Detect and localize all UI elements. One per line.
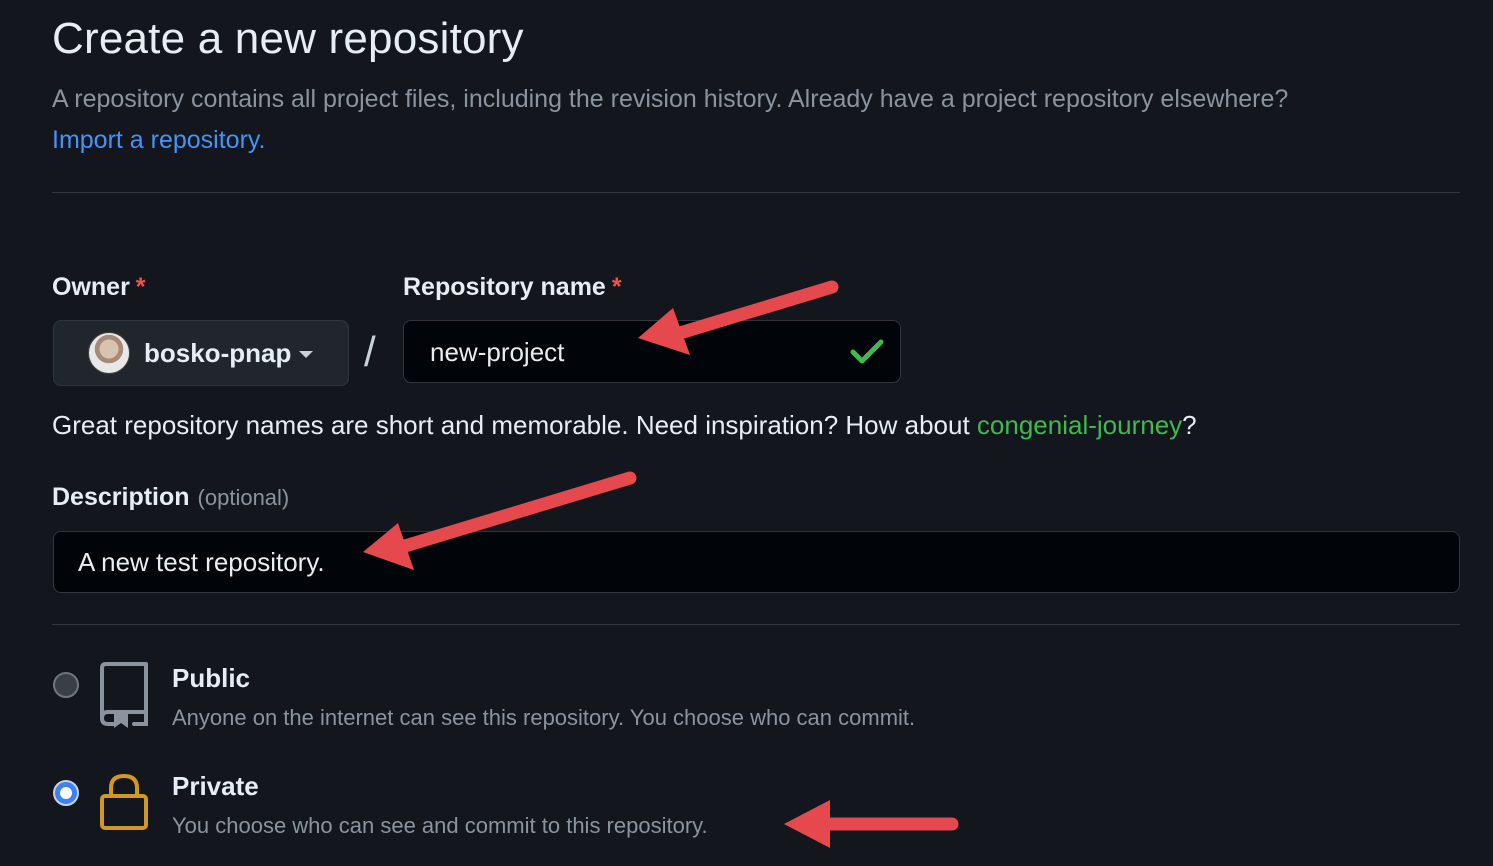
owner-repo-separator: / [364,328,376,375]
visibility-divider [52,624,1460,625]
annotation-arrow [784,800,959,848]
visibility-private-title: Private [172,771,259,801]
name-suggestion-link[interactable]: congenial-journey [977,410,1182,440]
required-marker: * [135,273,146,301]
description-input[interactable] [53,531,1460,593]
repository-name-field [403,320,901,384]
owner-name: bosko-pnap [144,337,292,368]
page-title: Create a new repository [52,14,524,63]
page-subtitle: A repository contains all project files,… [52,85,1289,113]
avatar [88,332,130,374]
required-marker: * [611,273,622,301]
create-repo-page: Create a new repository A repository con… [0,0,1493,866]
owner-dropdown[interactable]: bosko-pnap [53,320,349,386]
visibility-private-description: You choose who can see and commit to thi… [172,813,708,838]
repo-icon [100,662,148,728]
visibility-public-description: Anyone on the internet can see this repo… [172,705,916,730]
name-hint: Great repository names are short and mem… [52,410,1197,440]
header-divider [52,192,1460,193]
repository-name-input[interactable] [428,321,832,384]
owner-label: Owner * [52,273,146,301]
description-label: Description (optional) [52,483,290,511]
check-icon [850,339,884,364]
repository-name-label: Repository name * [403,273,622,301]
visibility-private-radio[interactable] [53,780,79,806]
visibility-public-radio[interactable] [53,672,79,698]
caret-down-icon [299,351,314,358]
optional-tag: (optional) [197,485,290,510]
visibility-public-title: Public [172,663,251,693]
import-repository-link[interactable]: Import a repository. [52,126,266,155]
lock-icon [100,773,148,830]
